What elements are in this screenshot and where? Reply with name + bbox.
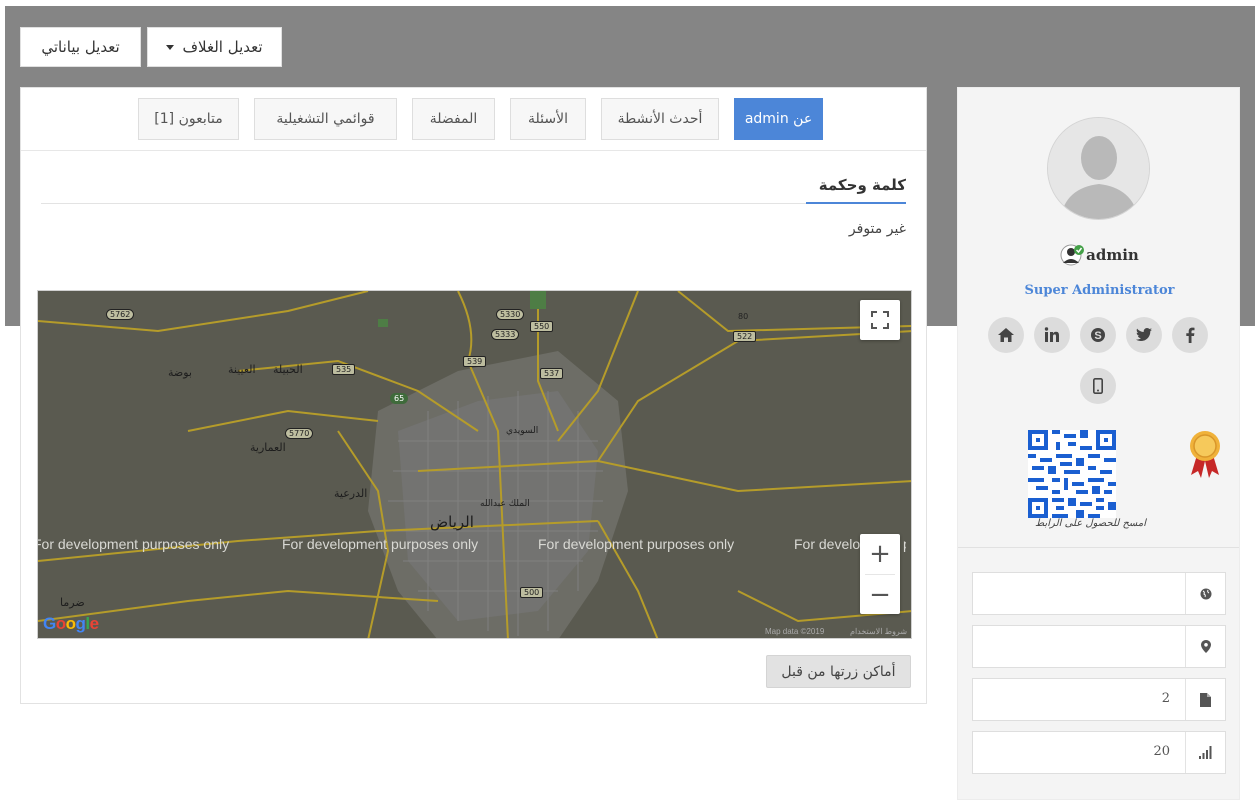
visited-places-button[interactable]: أماكن زرتها من قبل bbox=[766, 655, 911, 688]
map-place-label: ضرما bbox=[60, 596, 85, 609]
map-watermark: For development purposes only bbox=[282, 536, 479, 552]
zoom-in-button[interactable]: + bbox=[860, 534, 900, 574]
profile-main-panel: admin عن أحدث الأنشطة الأسئلة المفضلة قو… bbox=[20, 87, 927, 704]
tab-about[interactable]: admin عن bbox=[734, 98, 823, 140]
username-row: admin bbox=[958, 242, 1241, 268]
twitter-icon[interactable] bbox=[1126, 317, 1162, 353]
road-number-badge: 5770 bbox=[285, 428, 314, 439]
tab-label: قوائمي التشغيلية bbox=[276, 111, 375, 127]
map-watermark: For development purposes only bbox=[538, 536, 735, 552]
avatar bbox=[1047, 117, 1150, 220]
linkedin-icon[interactable] bbox=[1034, 317, 1070, 353]
points-value: 20 bbox=[1153, 744, 1170, 759]
map-place-label: الدرعية bbox=[334, 487, 368, 500]
zoom-out-button[interactable]: − bbox=[860, 575, 900, 615]
tab-playlists[interactable]: قوائمي التشغيلية bbox=[254, 98, 397, 140]
mobile-icon[interactable] bbox=[1080, 368, 1116, 404]
award-ribbon-icon bbox=[1190, 431, 1220, 478]
map-roads bbox=[38, 291, 911, 638]
map-watermark: For development purposes only bbox=[37, 536, 230, 552]
section-title: كلمة وحكمة bbox=[806, 176, 906, 204]
edit-profile-button[interactable]: تعديل بياناتي bbox=[20, 27, 141, 67]
user-role: Super Administrator bbox=[1024, 283, 1175, 298]
tab-latest-activity[interactable]: أحدث الأنشطة bbox=[601, 98, 719, 140]
edit-cover-dropdown-button[interactable]: تعديل الغلاف bbox=[147, 27, 282, 67]
map-place-label: بوضة bbox=[168, 366, 192, 379]
road-number-badge: 550 bbox=[530, 321, 554, 332]
caret-down-icon bbox=[166, 44, 175, 50]
bar-chart-icon bbox=[1185, 732, 1225, 773]
road-number-badge: 500 bbox=[520, 587, 544, 598]
map-data-credit: Map data ©2019 bbox=[765, 627, 825, 636]
road-number-badge: 539 bbox=[463, 356, 487, 367]
map-pin-icon bbox=[1185, 626, 1225, 667]
facebook-icon[interactable] bbox=[1172, 317, 1208, 353]
google-logo: Google bbox=[43, 614, 99, 633]
qr-caption: امسح للحصول على الرابط bbox=[1035, 518, 1146, 529]
qr-code[interactable] bbox=[1028, 430, 1116, 518]
road-number-badge: 65 bbox=[390, 393, 409, 404]
svg-text:S: S bbox=[1094, 330, 1101, 342]
road-number-badge: 535 bbox=[332, 364, 356, 375]
map-place-label: العمارية bbox=[250, 441, 286, 454]
username: admin bbox=[1086, 246, 1139, 264]
tab-questions[interactable]: الأسئلة bbox=[510, 98, 586, 140]
fullscreen-button[interactable] bbox=[860, 300, 900, 340]
map-terms-link[interactable]: شروط الاستخدام bbox=[850, 627, 907, 636]
points-field: 20 bbox=[972, 731, 1226, 774]
fullscreen-icon bbox=[871, 311, 889, 329]
profile-tabs: admin عن أحدث الأنشطة الأسئلة المفضلة قو… bbox=[21, 88, 926, 151]
tab-label: متابعون [1] bbox=[154, 111, 223, 127]
globe-icon bbox=[1185, 573, 1225, 614]
website-field bbox=[972, 572, 1226, 615]
edit-profile-label: تعديل بياناتي bbox=[41, 38, 120, 56]
map-view[interactable]: بوضة العيينة الحبيلة العمارية الدرعية ضر… bbox=[37, 290, 912, 639]
road-number-badge: 5762 bbox=[106, 309, 135, 320]
verified-user-icon bbox=[1060, 244, 1085, 266]
profile-sidebar: admin Super Administrator S امسح للحصول … bbox=[957, 87, 1240, 800]
tab-favorites[interactable]: المفضلة bbox=[412, 98, 495, 140]
section-divider bbox=[41, 203, 806, 204]
map-city-label: الرياض bbox=[430, 513, 474, 531]
map-place-label: العيينة bbox=[228, 363, 256, 376]
profile-page: تعديل بياناتي تعديل الغلاف admin عن أحدث… bbox=[0, 0, 1260, 805]
tab-label: أحدث الأنشطة bbox=[617, 111, 703, 127]
skype-icon[interactable]: S bbox=[1080, 317, 1116, 353]
sidebar-divider bbox=[958, 547, 1239, 548]
road-number-label: 80 bbox=[738, 312, 749, 321]
posts-count-value: 2 bbox=[1161, 691, 1170, 706]
map-place-label: السويدي bbox=[506, 426, 539, 436]
tab-label: الأسئلة bbox=[528, 111, 568, 127]
tab-label: admin عن bbox=[744, 111, 813, 127]
map-place-label: الحبيلة bbox=[273, 363, 303, 376]
road-number-badge: 537 bbox=[540, 368, 564, 379]
edit-cover-label: تعديل الغلاف bbox=[182, 38, 263, 56]
road-number-badge: 5333 bbox=[491, 329, 520, 340]
tab-followers[interactable]: متابعون [1] bbox=[138, 98, 239, 140]
location-field bbox=[972, 625, 1226, 668]
zoom-controls: + − bbox=[860, 534, 900, 614]
map-place-label: الملك عبدالله bbox=[480, 499, 530, 509]
road-number-badge: 5330 bbox=[496, 309, 525, 320]
road-number-badge: 522 bbox=[733, 331, 757, 342]
file-icon bbox=[1185, 679, 1225, 720]
about-value: غير متوفر bbox=[848, 221, 906, 237]
posts-count-field: 2 bbox=[972, 678, 1226, 721]
home-icon[interactable] bbox=[988, 317, 1024, 353]
default-user-icon bbox=[1048, 118, 1149, 219]
tab-label: المفضلة bbox=[429, 111, 478, 127]
